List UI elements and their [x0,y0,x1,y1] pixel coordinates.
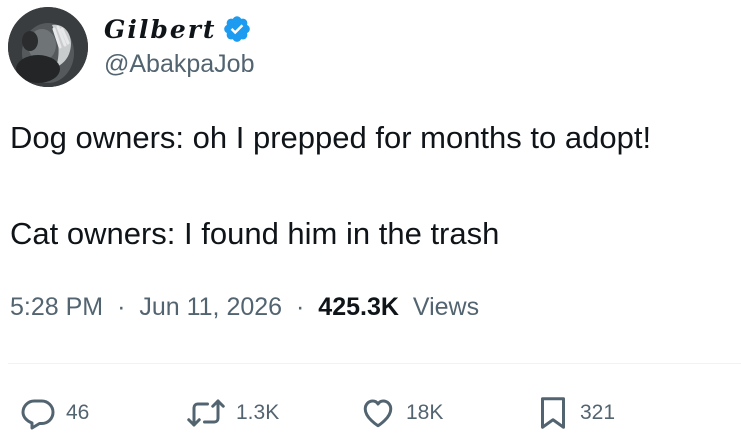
meta-separator: · [296,293,305,321]
views-count: 425.3K [318,293,399,321]
heart-icon [363,399,393,428]
display-name[interactable]: Gilbert [104,15,216,44]
bookmark-button[interactable]: 321 [536,393,615,433]
retweet-button[interactable]: 1.3K [186,393,279,433]
tweet-meta: 5:28 PM · Jun 11, 2026 · 425.3K Views [10,293,479,322]
avatar[interactable] [8,7,88,87]
name-row: Gilbert [104,12,252,46]
divider [8,363,741,364]
tweet-card: Gilbert @AbakpaJob Dog owners: oh I prep… [0,0,741,440]
meta-separator: · [117,293,126,321]
reply-count: 46 [66,401,90,424]
tweet-time[interactable]: 5:28 PM [10,293,103,321]
author-handle[interactable]: @AbakpaJob [104,50,254,79]
like-button[interactable]: 18K [360,393,443,433]
views-label: Views [412,293,480,321]
tweet-text-line-2: Cat owners: I found him in the trash [10,216,500,251]
avatar-image [8,7,88,87]
tweet-date[interactable]: Jun 11, 2026 [139,293,282,321]
bookmark-count: 321 [580,401,616,424]
tweet-text-line-1: Dog owners: oh I prepped for months to a… [10,120,652,155]
retweet-icon [187,399,225,427]
bookmark-icon [541,397,565,429]
retweet-count: 1.3K [236,401,280,424]
like-count: 18K [406,401,444,424]
reply-button[interactable]: 46 [20,393,89,433]
reply-icon [21,399,55,430]
verified-badge-icon [222,14,252,44]
